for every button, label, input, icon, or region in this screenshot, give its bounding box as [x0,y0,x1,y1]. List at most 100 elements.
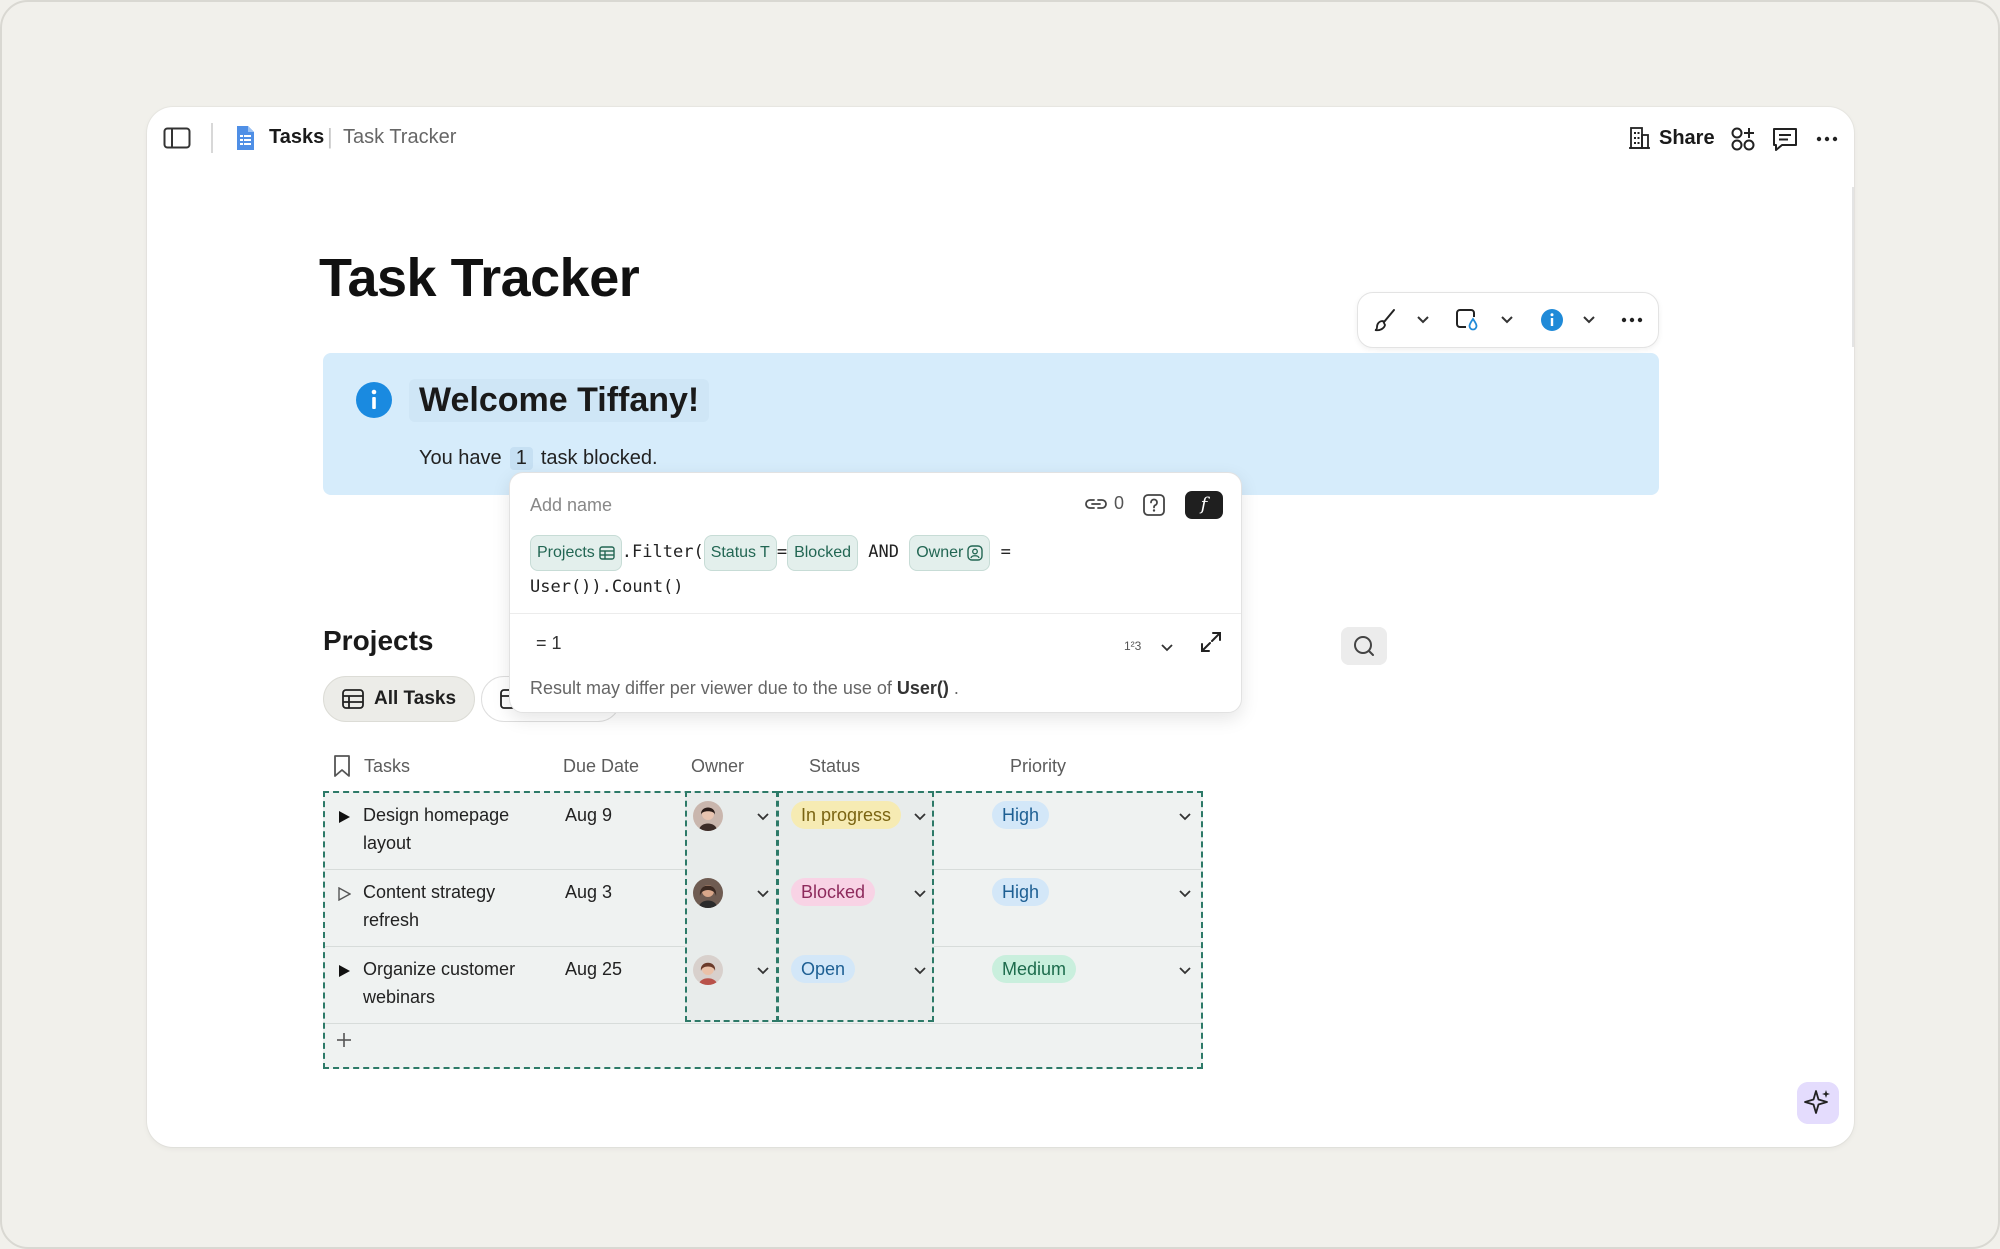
chevron-down-icon[interactable] [1500,315,1514,325]
breadcrumb-doc[interactable]: Tasks [269,126,324,149]
column-header-status[interactable]: Status [809,756,860,777]
apps-icon[interactable] [1729,125,1757,153]
reference-count: 0 [1114,493,1125,513]
chevron-down-icon[interactable] [756,812,770,822]
formula-equals: = [1000,542,1011,562]
formula-filter-fn: .Filter( [621,542,704,562]
status-badge[interactable]: In progress [791,801,902,829]
projects-title[interactable]: Projects [323,625,434,657]
task-name-line: Organize customer [363,959,516,979]
tab-label: All Tasks [374,688,457,709]
note-text: Result may differ per viewer due to the … [530,678,892,698]
formula-mode-button[interactable]: f [1185,491,1223,519]
formula-viewer-note: Result may differ per viewer due to the … [530,678,959,699]
expand-arrow-icon[interactable] [337,964,351,978]
ai-sparkle-icon[interactable] [1797,1082,1839,1124]
task-name-line: layout [363,833,412,853]
info-icon [356,382,392,418]
text-type-icon: T [760,544,770,561]
formula-result: = 1 [536,633,562,653]
chevron-down-icon[interactable] [1160,643,1174,653]
priority-badge[interactable]: High [992,878,1050,906]
scrollbar[interactable] [1852,187,1854,347]
task-name[interactable]: Design homepage layout [363,801,509,857]
share-label: Share [1659,126,1715,149]
due-date[interactable]: Aug 3 [565,878,612,906]
more-options-icon[interactable] [1620,310,1644,330]
breadcrumb-separator: | [327,124,333,149]
comment-icon[interactable] [1771,125,1799,153]
avatar[interactable] [693,878,723,908]
table-icon [599,546,615,560]
token-label: Owner [916,544,964,561]
tab-all-tasks[interactable]: All Tasks [323,676,476,722]
avatar[interactable] [693,955,723,985]
formula-tail: User()).Count() [530,577,684,597]
formula-token-status[interactable]: Status T [703,535,777,571]
callout-text-before: You have [419,447,502,469]
formula-equals: = [776,542,788,562]
paintbrush-icon[interactable] [1372,307,1398,333]
more-options-icon[interactable] [1813,125,1841,153]
sidebar-toggle-icon[interactable] [163,127,191,149]
note-function: User() [896,678,949,698]
column-header-tasks[interactable]: Tasks [364,756,410,777]
chevron-down-icon[interactable] [1178,889,1192,899]
formula-token-owner[interactable]: Owner [909,535,991,571]
table-icon [342,689,364,709]
formula-expression[interactable]: Projects .Filter(Status T = Blocked AND Owne… [530,535,1220,603]
info-icon[interactable] [1540,308,1564,332]
due-date[interactable]: Aug 9 [565,801,612,829]
share-button[interactable]: Share [1627,121,1715,155]
search-icon[interactable] [1341,627,1387,665]
formula-name-input[interactable]: Add name [530,495,612,516]
priority-badge[interactable]: Medium [992,955,1077,983]
formula-references[interactable]: 0 [1084,493,1124,514]
expand-icon[interactable] [1199,630,1223,654]
number-format-button[interactable]: 1²3 [1124,639,1141,653]
top-bar: Tasks | Task Tracker Share [147,107,1854,173]
block-format-toolbar [1357,292,1659,348]
status-badge[interactable]: Blocked [791,878,876,906]
chevron-down-icon[interactable] [1582,315,1596,325]
blocked-count-formula[interactable]: 1 [509,447,533,470]
chevron-down-icon[interactable] [756,966,770,976]
due-date[interactable]: Aug 25 [565,955,622,983]
formula-token-blocked[interactable]: Blocked [787,535,858,571]
help-icon[interactable] [1142,493,1166,517]
formula-token-table[interactable]: Projects [530,535,622,571]
building-icon [1629,127,1650,149]
expand-arrow-icon[interactable] [337,810,351,824]
token-label: Status [710,544,757,561]
task-name-line: Design homepage [363,805,510,825]
chevron-down-icon[interactable] [913,812,927,822]
breadcrumb-page[interactable]: Task Tracker [343,126,456,149]
chevron-down-icon[interactable] [913,889,927,899]
doc-icon [237,126,254,150]
collapsed-arrow-icon[interactable] [337,887,351,901]
task-name[interactable]: Organize customer webinars [363,955,515,1011]
callout-heading[interactable]: Welcome Tiffany! [409,379,710,422]
chevron-down-icon[interactable] [1178,966,1192,976]
chevron-down-icon[interactable] [756,889,770,899]
bookmark-icon [334,755,350,777]
column-header-owner[interactable]: Owner [691,756,744,777]
column-header-priority[interactable]: Priority [1010,756,1066,777]
formula-divider [510,613,1241,614]
chevron-down-icon[interactable] [1416,315,1430,325]
task-name[interactable]: Content strategy refresh [363,878,495,934]
priority-badge[interactable]: High [992,801,1050,829]
task-name-line: webinars [363,987,436,1007]
column-header-due-date[interactable]: Due Date [563,756,639,777]
add-row-icon[interactable] [335,1031,353,1049]
token-label: Projects [537,544,595,561]
link-icon [1085,498,1107,509]
person-icon [967,545,984,561]
topbar-divider [211,123,213,153]
shape-fill-icon[interactable] [1454,307,1480,333]
status-badge[interactable]: Open [791,955,856,983]
chevron-down-icon[interactable] [913,966,927,976]
chevron-down-icon[interactable] [1178,812,1192,822]
avatar[interactable] [693,801,723,831]
page-title[interactable]: Task Tracker [319,247,640,309]
